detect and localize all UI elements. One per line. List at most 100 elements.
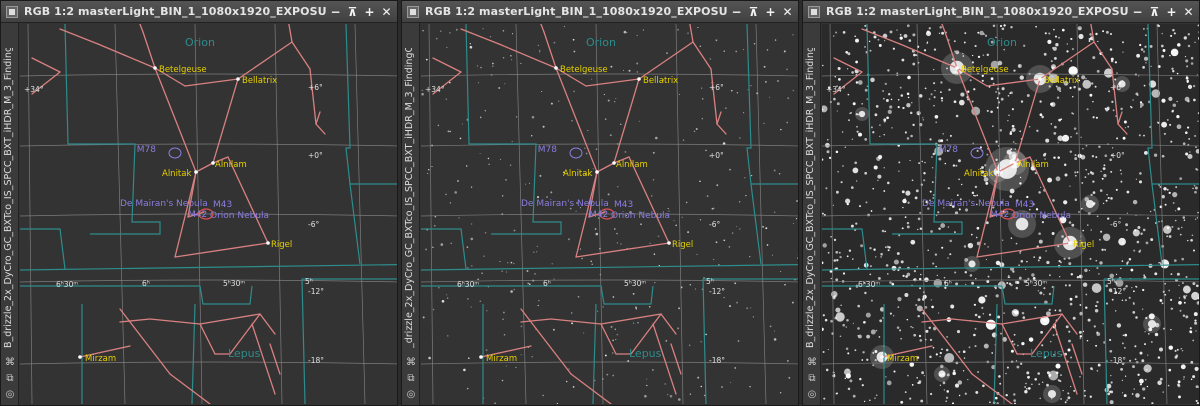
background-star — [747, 89, 749, 91]
background-star — [1007, 94, 1010, 97]
maximize-button[interactable]: + — [762, 3, 779, 21]
declination-label: -6° — [308, 220, 319, 229]
background-star — [1143, 56, 1149, 61]
background-star — [836, 102, 840, 106]
background-star — [792, 89, 795, 92]
window-titlebar[interactable]: RGB 1:2 masterLight_BIN_1_1080x1920_EXPO… — [1, 1, 397, 23]
background-star — [438, 287, 440, 289]
mask-icon[interactable]: ⌘ — [404, 355, 418, 369]
link-icon[interactable]: ◎ — [805, 387, 819, 401]
background-star — [846, 319, 849, 322]
mask-icon[interactable]: ⌘ — [3, 355, 17, 369]
background-star — [1016, 365, 1020, 369]
dso-label: M78 — [939, 145, 958, 155]
clone-icon[interactable]: ⧉ — [404, 371, 418, 385]
background-star — [856, 125, 858, 128]
background-star — [551, 263, 553, 265]
background-star — [862, 351, 865, 354]
background-star — [1179, 177, 1183, 180]
maximize-button[interactable]: + — [1163, 3, 1180, 21]
background-star — [1003, 48, 1005, 51]
background-star — [1064, 284, 1067, 287]
background-star — [614, 228, 616, 230]
window-titlebar[interactable]: RGB 1:2 masterLight_BIN_1_1080x1920_EXPO… — [402, 1, 798, 23]
shade-button[interactable]: ⊼ — [745, 3, 762, 21]
background-star — [1080, 154, 1086, 160]
link-icon[interactable]: ◎ — [404, 387, 418, 401]
window-icon — [808, 5, 820, 18]
background-star — [1126, 212, 1128, 214]
image-window-1[interactable]: RGB 1:2 masterLight_BIN_1_1080x1920_EXPO… — [0, 0, 398, 406]
background-star — [940, 97, 944, 100]
background-star — [635, 308, 638, 310]
background-star — [616, 232, 618, 235]
background-star — [822, 64, 824, 67]
background-star — [706, 195, 709, 197]
close-button[interactable]: ✕ — [779, 3, 796, 21]
background-star — [766, 49, 769, 51]
background-star — [942, 381, 946, 385]
maximize-button[interactable]: + — [361, 3, 378, 21]
background-star — [482, 28, 484, 30]
image-canvas[interactable]: Orion Lepus +6° +0° -6° -12° -18° +34° 6ʰ30ᵐ 6ʰ 5ʰ… — [822, 24, 1199, 404]
background-star — [848, 249, 852, 252]
background-star — [935, 121, 938, 124]
shade-button[interactable]: ⊼ — [344, 3, 361, 21]
background-star — [902, 206, 904, 209]
background-star — [515, 116, 518, 118]
window-titlebar[interactable]: RGB 1:2 masterLight_BIN_1_1080x1920_EXPO… — [803, 1, 1199, 23]
background-star — [947, 257, 949, 259]
background-star — [1085, 78, 1087, 80]
background-star — [971, 54, 974, 57]
background-star — [1118, 237, 1126, 246]
background-star — [507, 262, 509, 264]
minimize-button[interactable]: − — [327, 3, 344, 21]
image-window-2[interactable]: RGB 1:2 masterLight_BIN_1_1080x1920_EXPO… — [401, 0, 799, 406]
background-star — [911, 179, 914, 182]
background-star — [920, 399, 924, 403]
clone-icon[interactable]: ⧉ — [805, 371, 819, 385]
background-star — [515, 366, 517, 368]
background-star — [1012, 141, 1015, 143]
view-identifier-label[interactable]: B_drizzle_2x_DyCro_GC_BXTco_IS_SPCC_BXT_… — [3, 48, 17, 348]
mask-icon[interactable]: ⌘ — [805, 355, 819, 369]
image-window-3[interactable]: RGB 1:2 masterLight_BIN_1_1080x1920_EXPO… — [802, 0, 1200, 406]
background-star — [1192, 187, 1194, 190]
shade-button[interactable]: ⊼ — [1146, 3, 1163, 21]
image-canvas[interactable]: Orion Lepus +6° +0° -6° -12° -18° +34° 6ʰ30ᵐ 6ʰ 5ʰ… — [421, 24, 798, 404]
minimize-button[interactable]: − — [1129, 3, 1146, 21]
view-identifier-label[interactable]: _drizzle_2x_DyCro_GC_BXTco_IS_SPCC_BXT_i… — [404, 48, 418, 348]
image-canvas[interactable]: Orion Lepus +6° +0° -6° -12° -18° +34° 6ʰ30ᵐ 6ʰ 5ʰ… — [20, 24, 397, 404]
background-star — [937, 211, 940, 214]
background-star — [883, 40, 886, 42]
minimize-button[interactable]: − — [728, 3, 745, 21]
star-label: Alnilam — [616, 160, 648, 170]
clone-icon[interactable]: ⧉ — [3, 371, 17, 385]
background-star — [1070, 385, 1072, 388]
background-star — [1102, 202, 1105, 205]
view-identifier-label[interactable]: B_drizzle_2x_DyCro_GC_BXTco_IS_SPCC_BXT_… — [805, 48, 819, 348]
background-star — [565, 380, 568, 383]
background-star — [844, 377, 847, 380]
background-star — [1185, 295, 1188, 297]
background-star — [1115, 282, 1118, 284]
background-star — [1183, 378, 1185, 380]
close-button[interactable]: ✕ — [1180, 3, 1197, 21]
close-button[interactable]: ✕ — [378, 3, 395, 21]
named-star-dot — [266, 241, 270, 245]
background-star — [1071, 96, 1074, 98]
background-star — [1126, 229, 1128, 231]
declination-label: +0° — [709, 151, 724, 160]
background-star — [974, 194, 976, 197]
background-star — [1144, 331, 1146, 333]
background-star — [583, 332, 585, 334]
background-star — [982, 54, 985, 56]
background-star — [1038, 191, 1041, 194]
link-icon[interactable]: ◎ — [3, 387, 17, 401]
background-star — [901, 58, 905, 62]
background-star — [1111, 147, 1114, 149]
background-star — [1105, 199, 1108, 202]
background-star — [1187, 153, 1193, 160]
background-star — [833, 238, 837, 242]
background-star — [906, 24, 910, 28]
